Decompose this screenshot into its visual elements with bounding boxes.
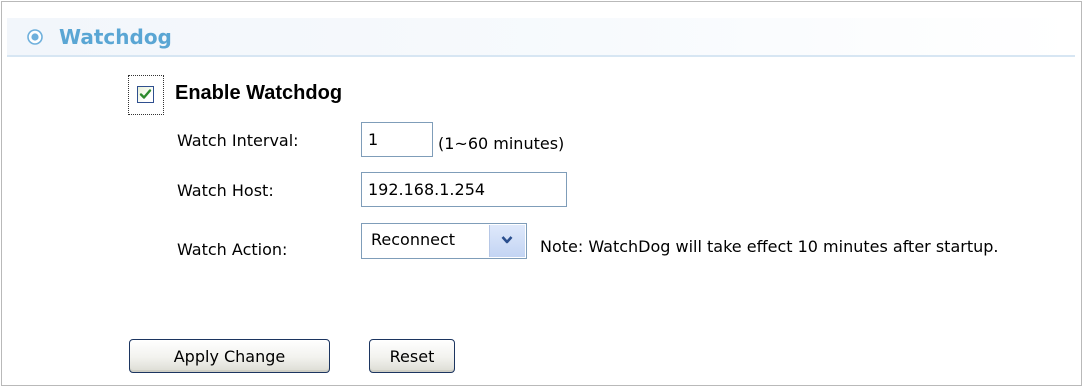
watch-host-input[interactable]: 192.168.1.254	[361, 172, 567, 207]
enable-watchdog-checkbox[interactable]	[137, 86, 154, 103]
watch-interval-label: Watch Interval:	[177, 131, 299, 150]
watchdog-panel: Watchdog Enable Watchdog Watch Interval:…	[1, 1, 1082, 386]
checkmark-icon	[139, 89, 152, 99]
enable-watchdog-label: Enable Watchdog	[175, 82, 343, 104]
apply-change-button[interactable]: Apply Change	[129, 339, 330, 373]
watch-action-note: Note: WatchDog will take effect 10 minut…	[540, 237, 999, 256]
reset-button[interactable]: Reset	[369, 339, 455, 373]
radio-target-icon	[27, 29, 43, 45]
watch-action-label: Watch Action:	[177, 240, 288, 259]
watch-interval-hint: (1~60 minutes)	[438, 134, 565, 153]
section-title: Watchdog	[59, 25, 172, 49]
watch-host-label: Watch Host:	[177, 181, 274, 200]
watch-interval-input[interactable]: 1	[361, 122, 433, 157]
section-header: Watchdog	[7, 18, 1075, 57]
